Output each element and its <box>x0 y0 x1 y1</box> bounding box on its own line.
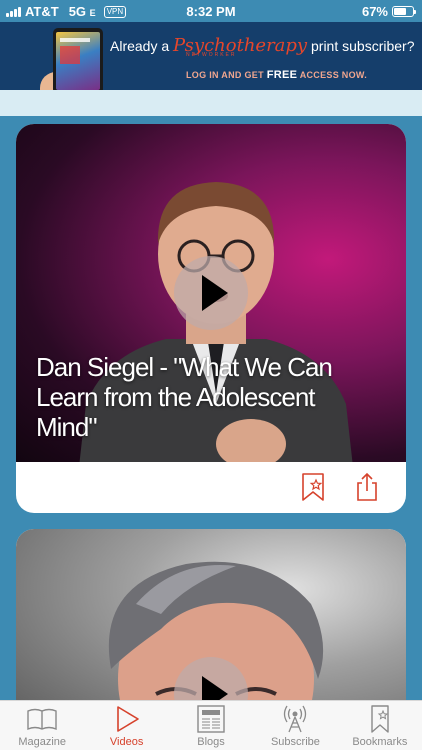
tab-label: Videos <box>109 736 144 748</box>
tab-videos[interactable]: Videos <box>84 701 168 750</box>
battery-percent: 67% <box>361 4 388 19</box>
video-card[interactable]: Dan Siegel - "What We Can Learn from the… <box>16 124 406 513</box>
tab-label: Bookmarks <box>352 736 408 748</box>
banner-prefix: Already a <box>110 38 170 54</box>
banner-divider <box>0 90 422 116</box>
status-time: 8:32 PM <box>186 4 236 19</box>
banner-headline: Already a Psychotherapy print subscriber… <box>110 35 415 56</box>
tab-label: Magazine <box>18 736 67 748</box>
tab-blogs[interactable]: Blogs <box>169 701 253 750</box>
tablet-image <box>53 28 103 90</box>
banner-suffix: print subscriber? <box>311 38 415 54</box>
battery-icon <box>392 6 416 17</box>
banner-cta-suffix: ACCESS NOW. <box>299 70 368 80</box>
book-icon <box>27 708 57 731</box>
tab-magazine[interactable]: Magazine <box>0 701 84 750</box>
tab-subscribe[interactable]: Subscribe <box>253 701 337 750</box>
card-actions <box>16 462 406 513</box>
video-title[interactable]: Dan Siegel - "What We Can Learn from the… <box>36 352 376 442</box>
video-thumbnail[interactable] <box>16 529 406 700</box>
video-card[interactable] <box>16 529 406 700</box>
banner-cta: LOG IN AND GET FREE ACCESS NOW. <box>186 69 367 81</box>
play-icon <box>116 706 139 732</box>
antenna-icon <box>284 705 307 733</box>
video-feed[interactable]: Dan Siegel - "What We Can Learn from the… <box>0 116 422 700</box>
banner-cta-prefix: LOG IN AND GET <box>186 70 264 80</box>
status-bar: AT&T 5G E VPN 8:32 PM 67% <box>0 0 422 22</box>
tab-label: Subscribe <box>270 736 320 748</box>
subscriber-banner[interactable]: Already a Psychotherapy print subscriber… <box>0 22 422 90</box>
banner-cta-free: FREE <box>266 69 298 81</box>
status-right: 67% <box>361 4 416 19</box>
play-button[interactable] <box>174 256 248 330</box>
tab-label: Blogs <box>197 736 225 748</box>
share-icon[interactable] <box>354 472 380 502</box>
video-thumbnail[interactable]: Dan Siegel - "What We Can Learn from the… <box>16 124 406 462</box>
bookmark-icon <box>371 705 389 733</box>
newspaper-icon <box>197 705 225 733</box>
bookmark-icon[interactable] <box>300 472 326 502</box>
tab-bookmarks[interactable]: Bookmarks <box>338 701 422 750</box>
banner-brand-sub: NETWORKER <box>186 52 237 58</box>
tab-bar: Magazine Videos Blogs Subscribe Bookmark… <box>0 700 422 750</box>
